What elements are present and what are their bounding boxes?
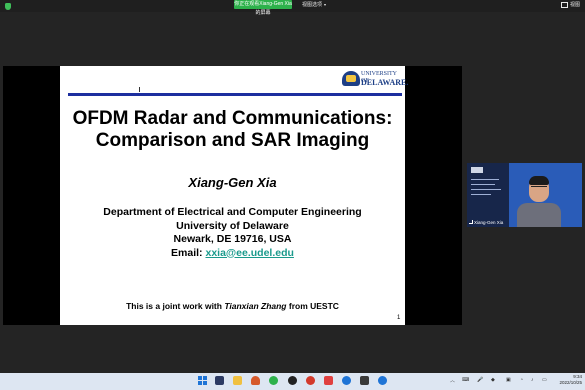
view-label: 视图 [570, 2, 581, 8]
folder-icon[interactable] [233, 376, 242, 385]
clock-date: 2022/10/25 [559, 380, 582, 385]
weibo-icon[interactable] [306, 376, 315, 385]
file-explorer-icon[interactable] [215, 376, 224, 385]
slide-affiliation: Department of Electrical and Computer En… [60, 206, 405, 260]
note-suffix: from UESTC [286, 301, 339, 311]
volume-icon[interactable]: ♪ [531, 377, 534, 383]
view-button[interactable]: 视图 [561, 1, 580, 9]
participant-video[interactable]: Xiang-Gen Xia [467, 163, 582, 227]
slide-title: OFDM Radar and Communications: Compariso… [60, 108, 405, 152]
affiliation-line-2: University of Delaware [176, 219, 289, 232]
slide-note: This is a joint work with Tianxian Zhang… [60, 301, 405, 311]
slide-title-line-1: OFDM Radar and Communications: [72, 108, 393, 129]
slide-page-number: 1 [397, 315, 401, 321]
app-icon[interactable] [360, 376, 369, 385]
keyboard-icon[interactable]: ⌨ [462, 377, 469, 383]
note-prefix: This is a joint work with [126, 301, 225, 311]
participant-figure [515, 175, 563, 227]
slide-title-line-2: Comparison and SAR Imaging [95, 130, 370, 151]
glasses-icon [531, 186, 547, 191]
chevron-down-icon: ▾ [324, 2, 327, 7]
meeting-icon[interactable] [378, 376, 387, 385]
tray-app-icon[interactable]: ▣ [506, 377, 511, 383]
signal-icon [469, 220, 473, 224]
text-cursor [139, 87, 140, 92]
microphone-icon[interactable]: 🎤 [477, 377, 483, 383]
app-tray-icon[interactable]: ◆ [491, 377, 495, 383]
tray-chevron-icon[interactable]: ︿ [450, 377, 455, 384]
email-link[interactable]: xxia@ee.udel.edu [205, 247, 293, 259]
meeting-top-bar: 你正在观看Xiang-Gen Xia的屏幕 视图选项 ▾ 视图 [0, 0, 585, 16]
note-name: Tianxian Zhang [224, 301, 287, 311]
logo-text-bottom: DELAWARE. [361, 78, 409, 87]
qq-icon[interactable] [288, 376, 297, 385]
shield-check-icon[interactable] [5, 3, 11, 10]
title-rule [68, 93, 402, 96]
matlab-icon[interactable] [251, 376, 260, 385]
system-clock[interactable]: 9:34 2022/10/25 [552, 374, 582, 386]
wifi-icon[interactable]: ◔ [520, 377, 523, 383]
video-background-slide [467, 163, 509, 227]
slide-author: Xiang-Gen Xia [188, 175, 277, 190]
browser-icon[interactable] [269, 376, 278, 385]
app-icon[interactable] [324, 376, 333, 385]
view-options-label: 视图选项 [302, 2, 323, 8]
view-icon [561, 1, 568, 8]
badge-icon [471, 167, 483, 173]
participant-name: Xiang-Gen Xia [474, 220, 504, 225]
presentation-slide: UNIVERSITY OF DELAWARE. OFDM Radar and C… [60, 66, 408, 325]
windows-start-icon[interactable] [198, 376, 207, 385]
email-line: Email: xxia@ee.udel.edu [60, 247, 405, 261]
university-logo: UNIVERSITY OF DELAWARE. [340, 69, 408, 89]
affiliation-line-1: Department of Electrical and Computer En… [103, 206, 362, 218]
email-label: Email: [171, 246, 206, 259]
view-options-button[interactable]: 视图选项 ▾ [302, 1, 326, 9]
chrome-icon[interactable] [342, 376, 351, 385]
affiliation-line-3: Newark, DE 19716, USA [173, 233, 292, 245]
battery-icon[interactable]: ▭ [542, 377, 547, 383]
seal-icon [342, 71, 360, 86]
participant-name-tag: Xiang-Gen Xia [469, 220, 503, 225]
screen-share-banner[interactable]: 你正在观看Xiang-Gen Xia的屏幕 [234, 0, 292, 16]
